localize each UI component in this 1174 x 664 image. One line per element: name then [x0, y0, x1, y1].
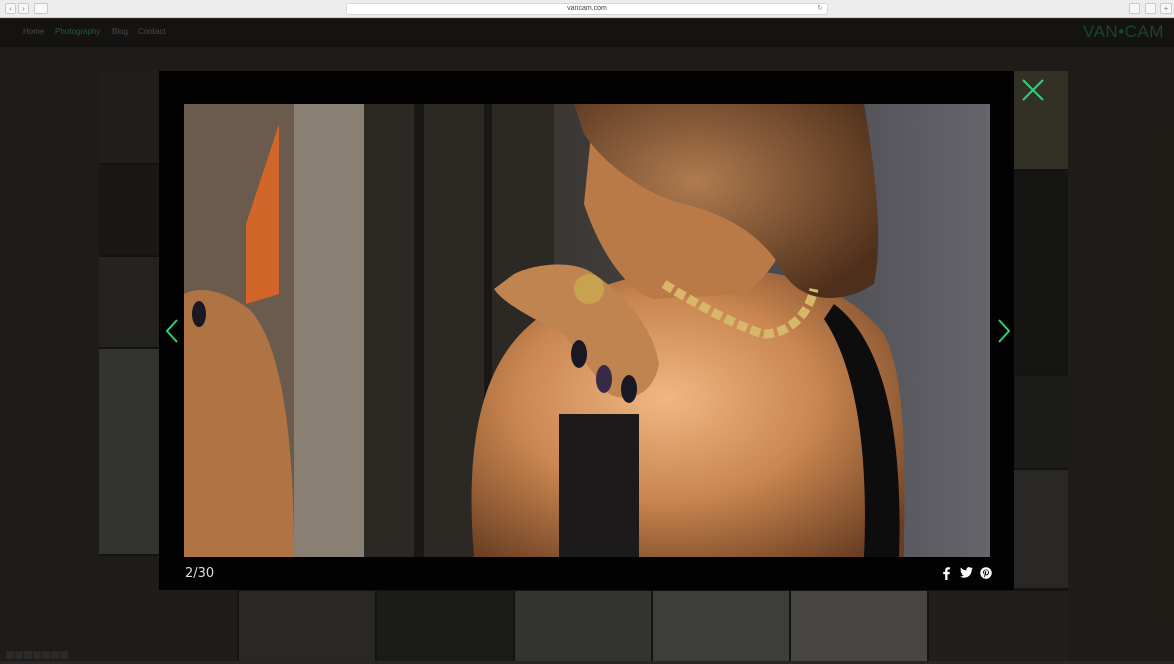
nav-photography[interactable]: Photography — [55, 27, 100, 36]
facebook-icon[interactable] — [6, 651, 14, 659]
tabs-button[interactable] — [1145, 3, 1156, 14]
instagram-icon[interactable] — [42, 651, 50, 659]
twitter-icon[interactable] — [959, 567, 973, 581]
facebook-icon[interactable] — [939, 567, 953, 581]
nav-blog[interactable]: Blog — [112, 27, 128, 36]
forward-button[interactable]: › — [18, 3, 29, 14]
image-counter: 2/30 — [185, 566, 215, 581]
vimeo-icon[interactable] — [60, 651, 68, 659]
previous-arrow-icon[interactable] — [163, 316, 183, 346]
browser-toolbar: ‹ › vancam.com ↻ + — [0, 0, 1174, 18]
lightbox: 2/30 — [159, 71, 1014, 590]
close-icon[interactable] — [1020, 77, 1046, 103]
pinterest-icon[interactable] — [979, 567, 993, 581]
twitter-icon[interactable] — [15, 651, 23, 659]
linkedin-icon[interactable] — [33, 651, 41, 659]
site-header: Home Photography Blog Contact — [0, 19, 1174, 47]
new-tab-button[interactable]: + — [1160, 3, 1172, 14]
site-logo[interactable]: VAN•CAM — [1083, 22, 1164, 42]
photo-illustration — [184, 104, 990, 557]
back-button[interactable]: ‹ — [5, 3, 16, 14]
url-text: vancam.com — [567, 5, 607, 12]
next-arrow-icon[interactable] — [993, 316, 1013, 346]
share-button[interactable] — [1129, 3, 1140, 14]
nav-contact[interactable]: Contact — [138, 27, 166, 36]
nav-home[interactable]: Home — [23, 27, 44, 36]
pinterest-icon[interactable] — [24, 651, 32, 659]
reload-icon[interactable]: ↻ — [817, 4, 823, 14]
social-links — [6, 646, 69, 664]
youtube-icon[interactable] — [51, 651, 59, 659]
address-bar[interactable]: vancam.com ↻ — [346, 3, 828, 15]
lightbox-photo — [184, 104, 990, 557]
sidebar-button[interactable] — [34, 3, 48, 14]
